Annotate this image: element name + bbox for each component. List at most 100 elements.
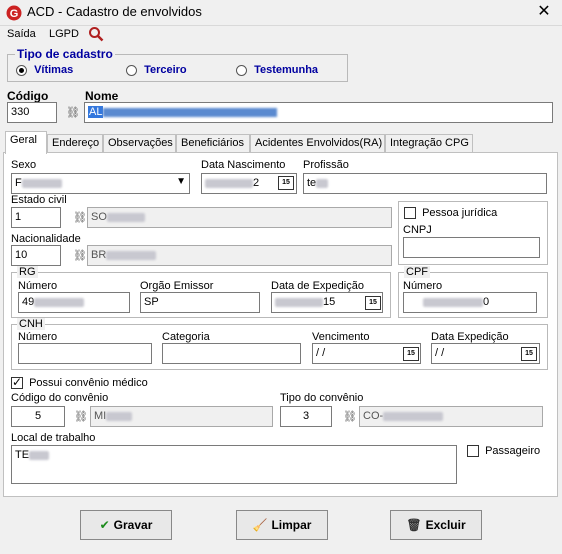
redacted-convenio bbox=[106, 411, 133, 421]
passageiro-checkbox[interactable]: Passageiro bbox=[467, 445, 541, 458]
cnh-vencimento-value: / / bbox=[316, 347, 326, 359]
binoculars-icon[interactable]: ⛓ bbox=[66, 106, 80, 119]
tab-acidentes[interactable]: Acidentes Envolvidos(RA) bbox=[250, 134, 385, 153]
cnh-legend: CNH bbox=[17, 318, 45, 330]
local-trabalho-label: Local de trabalho bbox=[11, 432, 96, 444]
codigo-label: Código bbox=[7, 89, 49, 103]
nome-value: AL bbox=[88, 106, 104, 118]
excluir-label: Excluir bbox=[425, 518, 466, 532]
calendar-badge: 15 bbox=[525, 350, 533, 357]
gravar-button[interactable]: ✔ Gravar bbox=[80, 510, 172, 540]
estado-civil-code[interactable]: 1 bbox=[11, 207, 61, 228]
cnpj-label: CNPJ bbox=[403, 224, 432, 236]
nome-input[interactable]: AL bbox=[84, 102, 553, 123]
estado-civil-code-value: 1 bbox=[15, 211, 22, 223]
rg-expedicao-label: Data de Expedição bbox=[271, 280, 364, 292]
profissao-input[interactable]: te bbox=[303, 173, 547, 194]
tipo-convenio-value: 3 bbox=[302, 410, 310, 422]
tab-acidentes-label: Acidentes Envolvidos(RA) bbox=[255, 137, 383, 149]
tipo-convenio-input[interactable]: 3 bbox=[280, 406, 332, 427]
pessoa-juridica-box[interactable] bbox=[404, 207, 416, 220]
rg-expedicao-value: 15 bbox=[323, 296, 336, 308]
trash-icon: 🗑 bbox=[406, 518, 422, 532]
redacted-local bbox=[29, 450, 50, 460]
redacted-nacionalidade bbox=[106, 250, 157, 260]
binoculars-icon[interactable]: ⛓ bbox=[343, 410, 357, 423]
redacted-estado bbox=[106, 212, 145, 222]
possui-convenio-checkbox[interactable]: Possui convênio médico bbox=[11, 375, 148, 390]
tab-observacoes-label: Observações bbox=[108, 137, 173, 149]
tab-integracao-cpg[interactable]: Integração CPG bbox=[385, 134, 473, 153]
redacted-rg bbox=[34, 297, 85, 307]
close-icon[interactable]: ✕ bbox=[533, 2, 555, 22]
tab-endereco-label: Endereço bbox=[52, 137, 100, 149]
tab-endereco[interactable]: Endereço bbox=[47, 134, 103, 153]
passageiro-box[interactable] bbox=[467, 445, 479, 458]
codigo-convenio-input[interactable]: 5 bbox=[11, 406, 65, 427]
codigo-convenio-desc-value: MI bbox=[94, 410, 107, 422]
binoculars-icon[interactable]: ⛓ bbox=[73, 211, 87, 224]
codigo-input[interactable]: 330 bbox=[7, 102, 57, 123]
radio-vitimas[interactable]: Vítimas bbox=[16, 64, 73, 76]
codigo-convenio-desc: MI bbox=[90, 406, 273, 427]
magnifier-icon[interactable] bbox=[88, 26, 104, 42]
radio-terceiro-dot[interactable] bbox=[126, 64, 137, 76]
rg-numero-input[interactable]: 49 bbox=[18, 292, 130, 313]
possui-convenio-box[interactable] bbox=[11, 375, 23, 390]
radio-testemunha[interactable]: Testemunha bbox=[236, 64, 318, 76]
redacted-sexo bbox=[21, 178, 62, 188]
pessoa-juridica-checkbox[interactable]: Pessoa jurídica bbox=[404, 207, 497, 220]
possui-convenio-label: Possui convênio médico bbox=[29, 377, 148, 389]
cpf-numero-label: Número bbox=[403, 280, 443, 292]
tab-integracao-cpg-label: Integração CPG bbox=[390, 137, 469, 149]
nacionalidade-code-value: 10 bbox=[15, 249, 28, 261]
profissao-label: Profissão bbox=[303, 159, 349, 171]
orgao-emissor-label: Orgão Emissor bbox=[140, 280, 214, 292]
calendar-icon[interactable]: 15 bbox=[278, 176, 294, 190]
cnh-numero-input[interactable] bbox=[18, 343, 152, 364]
tipo-convenio-desc: CO- bbox=[359, 406, 543, 427]
nacionalidade-desc: BR bbox=[87, 245, 392, 266]
redacted-rg-date bbox=[275, 297, 323, 307]
radio-vitimas-dot[interactable] bbox=[16, 64, 27, 76]
calendar-icon[interactable]: 15 bbox=[365, 296, 381, 310]
orgao-emissor-input[interactable]: SP bbox=[140, 292, 260, 313]
rg-legend: RG bbox=[17, 266, 38, 278]
redacted-date bbox=[205, 178, 253, 188]
codigo-convenio-value: 5 bbox=[34, 410, 42, 422]
cnh-vencimento-label: Vencimento bbox=[312, 331, 370, 343]
menu-lgpd[interactable]: LGPD bbox=[49, 28, 79, 40]
chevron-down-icon[interactable]: ▼ bbox=[176, 176, 186, 187]
menu-saida[interactable]: Saída bbox=[7, 28, 36, 40]
cnh-numero-label: Número bbox=[18, 331, 58, 343]
tab-beneficiarios[interactable]: Beneficiários bbox=[176, 134, 250, 153]
radio-testemunha-dot[interactable] bbox=[236, 64, 247, 76]
limpar-label: Limpar bbox=[271, 518, 312, 532]
calendar-icon[interactable]: 15 bbox=[403, 347, 419, 361]
radio-testemunha-label: Testemunha bbox=[254, 64, 319, 76]
checkmark-icon: ✔ bbox=[99, 518, 110, 532]
cnpj-input[interactable] bbox=[403, 237, 540, 258]
excluir-button[interactable]: 🗑 Excluir bbox=[390, 510, 482, 540]
passageiro-label: Passageiro bbox=[485, 445, 541, 457]
radio-vitimas-label: Vítimas bbox=[34, 64, 74, 76]
title-bar: G ACD - Cadastro de envolvidos ✕ bbox=[0, 0, 562, 26]
local-trabalho-input[interactable]: TE bbox=[11, 445, 457, 484]
tab-geral[interactable]: Geral bbox=[5, 131, 47, 154]
binoculars-icon[interactable]: ⛓ bbox=[74, 410, 88, 423]
binoculars-icon[interactable]: ⛓ bbox=[73, 249, 87, 262]
calendar-icon[interactable]: 15 bbox=[521, 347, 537, 361]
gravar-label: Gravar bbox=[113, 518, 153, 532]
sexo-select[interactable]: F ▼ bbox=[11, 173, 190, 194]
nome-label: Nome bbox=[85, 89, 119, 103]
estado-civil-desc: SO bbox=[87, 207, 392, 228]
nacionalidade-label: Nacionalidade bbox=[11, 233, 81, 245]
redacted-name bbox=[103, 107, 278, 117]
cnh-categoria-label: Categoria bbox=[162, 331, 210, 343]
radio-terceiro[interactable]: Terceiro bbox=[126, 64, 187, 76]
limpar-button[interactable]: 🧹 Limpar bbox=[236, 510, 328, 540]
cpf-numero-input[interactable]: 0 bbox=[403, 292, 537, 313]
nacionalidade-code[interactable]: 10 bbox=[11, 245, 61, 266]
cnh-categoria-input[interactable] bbox=[162, 343, 301, 364]
tab-observacoes[interactable]: Observações bbox=[103, 134, 176, 153]
